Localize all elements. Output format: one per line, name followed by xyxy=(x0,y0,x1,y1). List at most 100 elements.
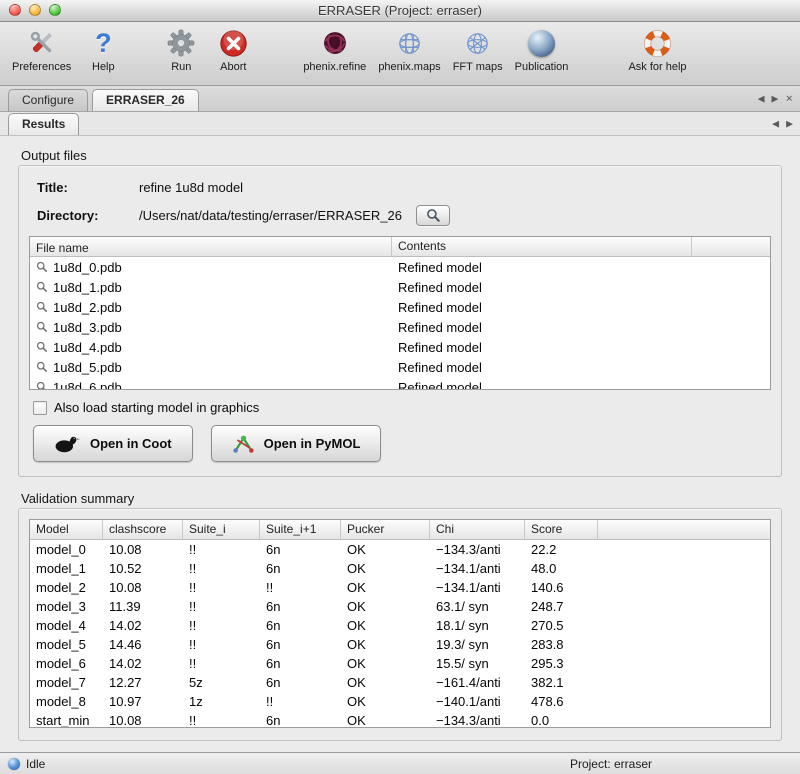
subtab-scroll-left-button[interactable]: ◀ xyxy=(772,118,779,129)
validation-table-row[interactable]: model_5 14.46 !! 6n OK 19.3/ syn 283.8 xyxy=(30,635,770,654)
subtab-nav: ◀ ▶ xyxy=(772,118,793,129)
tab-scroll-right-button[interactable]: ▶ xyxy=(772,93,779,104)
cell-chi: −134.3/anti xyxy=(430,542,525,557)
validation-table-row[interactable]: model_6 14.02 !! 6n OK 15.5/ syn 295.3 xyxy=(30,654,770,673)
cell-model: model_0 xyxy=(30,542,103,557)
ask-for-help-button[interactable]: Ask for help xyxy=(622,25,692,74)
cell-suite-i1: 6n xyxy=(260,561,341,576)
validation-table-row[interactable]: model_7 12.27 5z 6n OK −161.4/anti 382.1 xyxy=(30,673,770,692)
cell-pucker: OK xyxy=(341,599,430,614)
file-contents: Refined model xyxy=(392,380,692,391)
column-header-chi[interactable]: Chi xyxy=(430,520,525,539)
phenix-maps-icon xyxy=(390,26,430,60)
column-header-model[interactable]: Model xyxy=(30,520,103,539)
column-header-pucker[interactable]: Pucker xyxy=(341,520,430,539)
cell-pucker: OK xyxy=(341,637,430,652)
validation-table-row[interactable]: model_0 10.08 !! 6n OK −134.3/anti 22.2 xyxy=(30,540,770,559)
column-header-suite-i1[interactable]: Suite_i+1 xyxy=(260,520,341,539)
open-in-coot-button[interactable]: Open in Coot xyxy=(33,425,193,462)
cell-clashscore: 14.02 xyxy=(103,656,183,671)
validation-table-row[interactable]: model_4 14.02 !! 6n OK 18.1/ syn 270.5 xyxy=(30,616,770,635)
cell-clashscore: 10.97 xyxy=(103,694,183,709)
browse-directory-button[interactable] xyxy=(416,205,450,226)
validation-table-row[interactable]: model_8 10.97 1z !! OK −140.1/anti 478.6 xyxy=(30,692,770,711)
toolbar: Preferences ? Help Run xyxy=(0,22,800,86)
open-in-pymol-button[interactable]: Open in PyMOL xyxy=(211,425,382,462)
minimize-button[interactable] xyxy=(29,4,41,16)
tab-scroll-left-button[interactable]: ◀ xyxy=(758,93,765,104)
cell-model: model_1 xyxy=(30,561,103,576)
checkbox-label: Also load starting model in graphics xyxy=(54,400,259,415)
phenix-maps-button[interactable]: phenix.maps xyxy=(372,25,446,74)
column-header-suite-i[interactable]: Suite_i xyxy=(183,520,260,539)
tab-results[interactable]: Results xyxy=(8,113,79,135)
tab-erraser-26[interactable]: ERRASER_26 xyxy=(92,89,199,111)
zoom-button[interactable] xyxy=(49,4,61,16)
file-table-row[interactable]: 1u8d_4.pdb Refined model xyxy=(30,337,770,357)
cell-score: 382.1 xyxy=(525,675,598,690)
cell-pucker: OK xyxy=(341,713,430,728)
cell-model: model_5 xyxy=(30,637,103,652)
results-panel: Output files Title: refine 1u8d model Di… xyxy=(0,136,800,752)
column-header-score[interactable]: Score xyxy=(525,520,598,539)
column-header-clashscore[interactable]: clashscore xyxy=(103,520,183,539)
magnifier-icon xyxy=(36,361,48,373)
validation-section: Validation summary Model clashscore Suit… xyxy=(18,491,782,741)
file-name: 1u8d_1.pdb xyxy=(53,280,122,295)
file-table-row[interactable]: 1u8d_0.pdb Refined model xyxy=(30,257,770,277)
cell-score: 140.6 xyxy=(525,580,598,595)
magnifier-icon xyxy=(36,321,48,333)
column-header-contents[interactable]: Contents xyxy=(392,237,692,256)
column-header-file-name[interactable]: File name xyxy=(30,237,392,256)
file-contents: Refined model xyxy=(392,280,692,295)
load-starting-model-checkbox[interactable] xyxy=(33,401,47,415)
validation-table-row[interactable]: model_3 11.39 !! 6n OK 63.1/ syn 248.7 xyxy=(30,597,770,616)
magnifier-icon xyxy=(426,208,441,223)
file-name: 1u8d_6.pdb xyxy=(53,380,122,391)
cell-score: 48.0 xyxy=(525,561,598,576)
help-button[interactable]: ? Help xyxy=(77,25,129,74)
cell-suite-i1: 6n xyxy=(260,599,341,614)
title-bar: ERRASER (Project: erraser) xyxy=(0,0,800,22)
validation-summary-label: Validation summary xyxy=(21,491,782,506)
run-gear-icon xyxy=(161,26,201,60)
validation-table-row[interactable]: model_1 10.52 !! 6n OK −134.1/anti 48.0 xyxy=(30,559,770,578)
subtab-scroll-right-button[interactable]: ▶ xyxy=(786,118,793,129)
validation-table-row[interactable]: model_2 10.08 !! !! OK −134.1/anti 140.6 xyxy=(30,578,770,597)
cell-score: 22.2 xyxy=(525,542,598,557)
file-table-row[interactable]: 1u8d_2.pdb Refined model xyxy=(30,297,770,317)
output-files-group: Title: refine 1u8d model Directory: /Use… xyxy=(18,165,782,477)
file-table-row[interactable]: 1u8d_6.pdb Refined model xyxy=(30,377,770,390)
cell-suite-i: !! xyxy=(183,618,260,633)
publication-button[interactable]: Publication xyxy=(509,25,575,74)
validation-table: Model clashscore Suite_i Suite_i+1 Pucke… xyxy=(29,519,771,728)
cell-clashscore: 12.27 xyxy=(103,675,183,690)
main-tab-bar: Configure ERRASER_26 ◀ ▶ ✕ xyxy=(0,86,800,112)
preferences-button[interactable]: Preferences xyxy=(6,25,77,74)
file-name: 1u8d_4.pdb xyxy=(53,340,122,355)
file-contents: Refined model xyxy=(392,320,692,335)
cell-clashscore: 14.46 xyxy=(103,637,183,652)
abort-button[interactable]: Abort xyxy=(207,25,259,74)
cell-clashscore: 10.52 xyxy=(103,561,183,576)
tab-configure[interactable]: Configure xyxy=(8,89,88,111)
tool-label: Help xyxy=(92,61,115,73)
file-table-row[interactable]: 1u8d_1.pdb Refined model xyxy=(30,277,770,297)
tool-label: phenix.refine xyxy=(303,61,366,73)
cell-suite-i: 1z xyxy=(183,694,260,709)
tool-label: phenix.maps xyxy=(378,61,440,73)
cell-suite-i1: 6n xyxy=(260,713,341,728)
run-button[interactable]: Run xyxy=(155,25,207,74)
validation-table-row[interactable]: start_min 10.08 !! 6n OK −134.3/anti 0.0 xyxy=(30,711,770,728)
file-table-row[interactable]: 1u8d_3.pdb Refined model xyxy=(30,317,770,337)
close-button[interactable] xyxy=(9,4,21,16)
files-table-header: File name Contents xyxy=(30,237,770,257)
cell-score: 248.7 xyxy=(525,599,598,614)
file-table-row[interactable]: 1u8d_5.pdb Refined model xyxy=(30,357,770,377)
title-label: Title: xyxy=(37,180,139,195)
fft-maps-button[interactable]: FFT maps xyxy=(447,25,509,74)
phenix-refine-button[interactable]: phenix.refine xyxy=(297,25,372,74)
tab-close-button[interactable]: ✕ xyxy=(785,93,793,104)
file-contents: Refined model xyxy=(392,340,692,355)
cell-suite-i1: 6n xyxy=(260,618,341,633)
